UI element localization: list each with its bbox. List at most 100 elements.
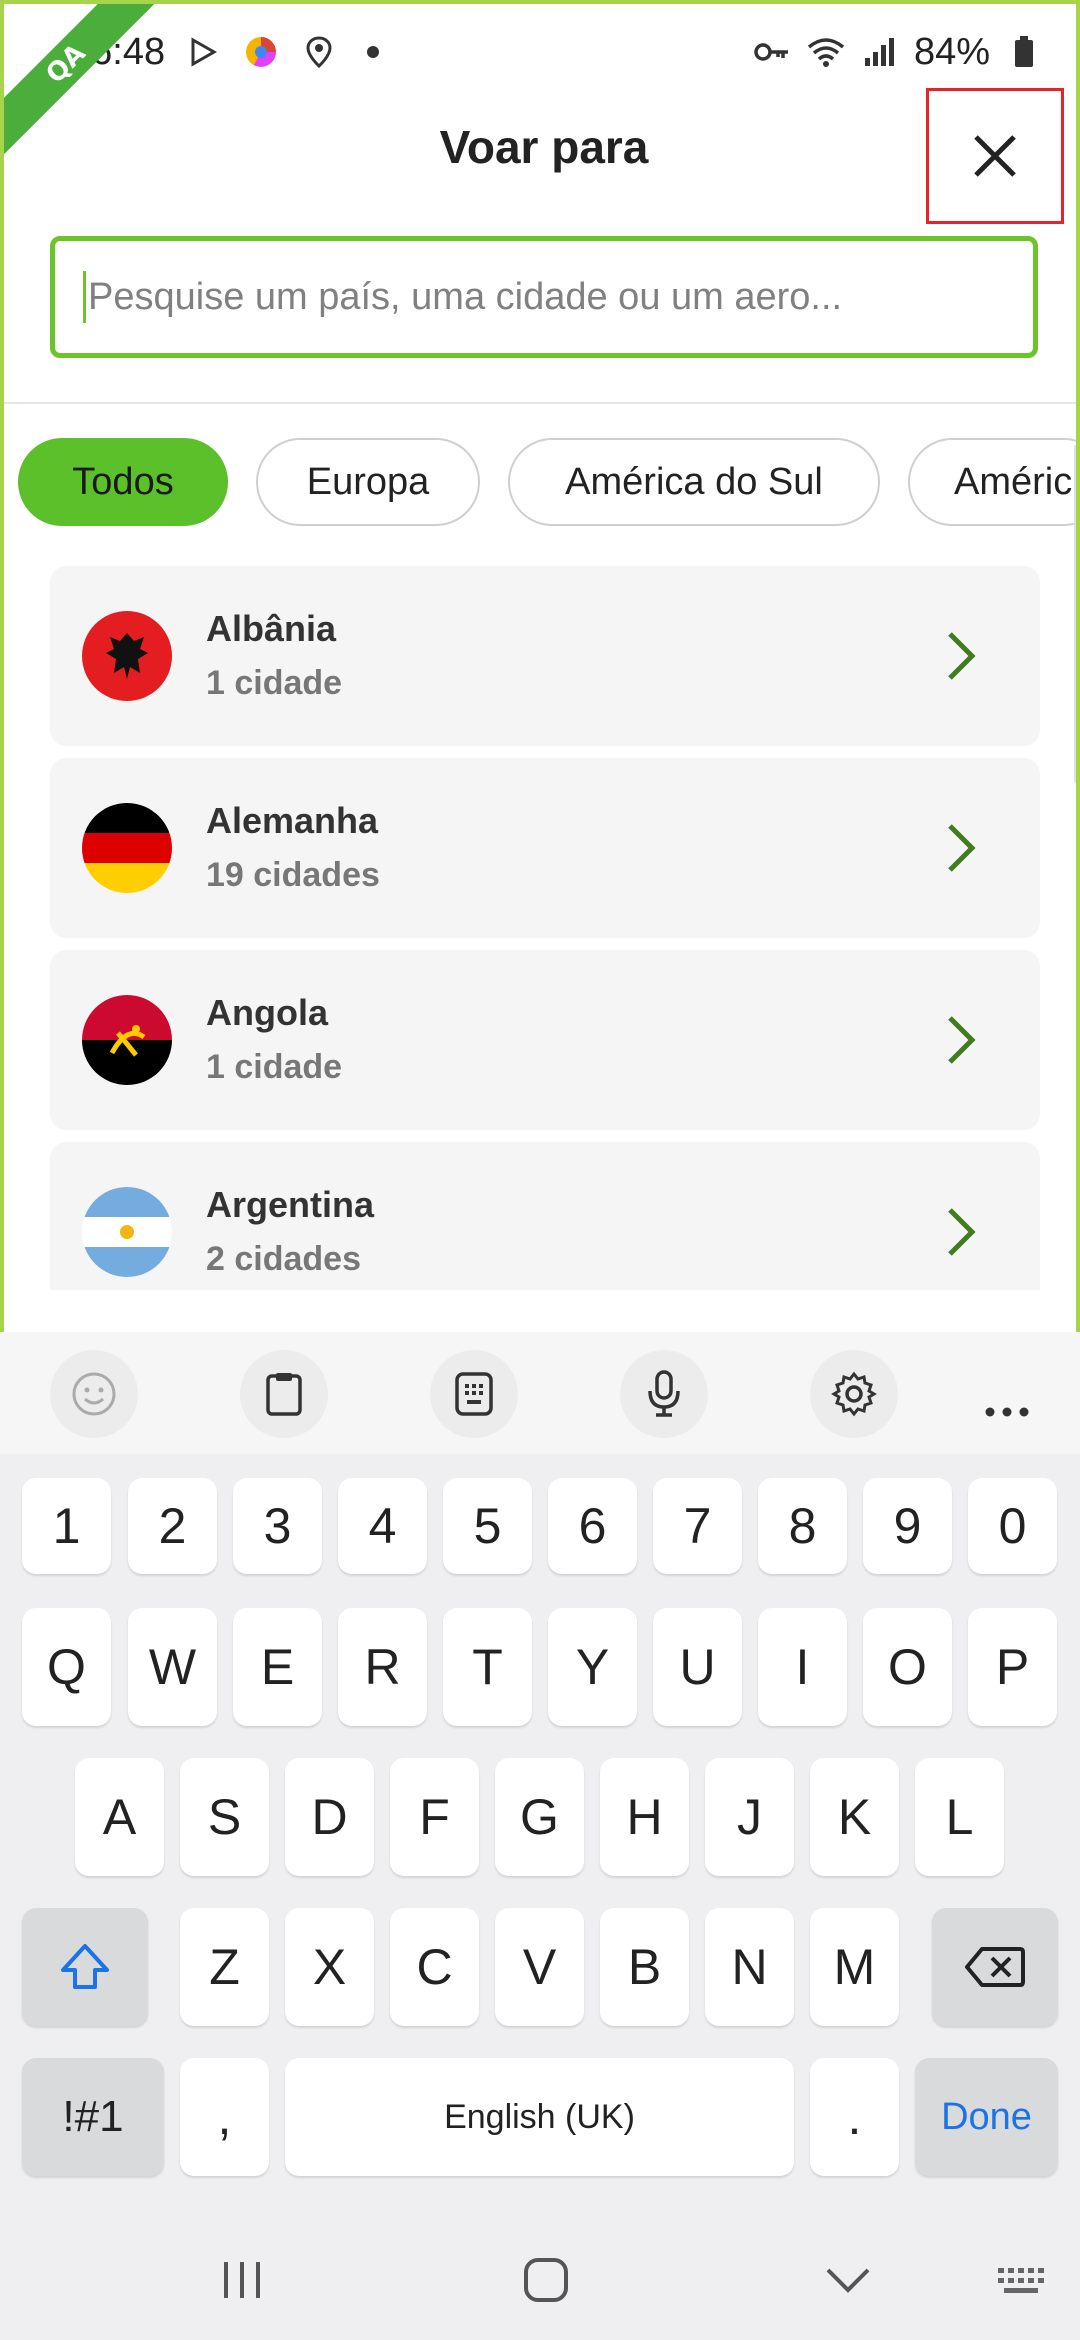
keypad-icon [455,1372,493,1416]
key-5[interactable]: 5 [443,1478,532,1574]
key-a[interactable]: A [75,1758,164,1876]
chevron-right-icon [948,1208,976,1256]
home-icon [524,2258,568,2302]
chip-europa[interactable]: Europa [256,438,480,526]
key-d[interactable]: D [285,1758,374,1876]
divider [4,402,1076,404]
chip-america-partial[interactable]: Améric [908,438,1076,526]
country-row-angola[interactable]: Angola 1 cidade [50,950,1040,1130]
chevron-down-icon [826,2268,870,2293]
key-p[interactable]: P [968,1608,1057,1726]
city-count: 19 cidades [206,856,380,894]
close-button[interactable] [926,88,1064,224]
key-u[interactable]: U [653,1608,742,1726]
text-cursor [83,271,86,323]
country-name: Angola [206,992,328,1033]
key-7[interactable]: 7 [653,1478,742,1574]
key-6[interactable]: 6 [548,1478,637,1574]
chevron-right-icon [948,632,976,680]
settings-icon [831,1371,877,1417]
chevron-right-icon [948,824,976,872]
key-8[interactable]: 8 [758,1478,847,1574]
location-icon [299,32,339,72]
space-key[interactable]: English (UK) [285,2058,794,2176]
key-t[interactable]: T [443,1608,532,1726]
system-nav-bar [0,2220,1080,2340]
battery-icon [1004,32,1044,72]
country-row-albania[interactable]: Albânia 1 cidade [50,566,1040,746]
done-key[interactable]: Done [915,2058,1058,2176]
key-g[interactable]: G [495,1758,584,1876]
clipboard-icon [266,1373,302,1416]
key-h[interactable]: H [600,1758,689,1876]
key-0[interactable]: 0 [968,1478,1057,1574]
city-count: 1 cidade [206,664,343,702]
keyboard-icon [998,2268,1044,2293]
key-v[interactable]: V [495,1908,584,2026]
key-o[interactable]: O [863,1608,952,1726]
city-count: 1 cidade [206,1048,343,1086]
country-name: Argentina [206,1184,375,1225]
key-i[interactable]: I [758,1608,847,1726]
key-l[interactable]: L [915,1758,1004,1876]
albania-flag-icon [82,611,172,701]
microphone-button[interactable] [620,1350,708,1438]
key-2[interactable]: 2 [128,1478,217,1574]
country-name: Albânia [206,608,337,649]
key-q[interactable]: Q [22,1608,111,1726]
chip-todos[interactable]: Todos [18,438,228,526]
clipboard-button[interactable] [240,1350,328,1438]
key-3[interactable]: 3 [233,1478,322,1574]
keypad-button[interactable] [430,1350,518,1438]
signal-icon [860,32,900,72]
keyboard-switch-button[interactable] [992,2250,1052,2310]
backspace-key[interactable] [932,1908,1058,2026]
shift-icon [61,1944,109,1989]
shift-key[interactable] [22,1908,148,2026]
emoji-icon [72,1372,116,1416]
page-title: Voar para [439,121,649,173]
chip-america-do-sul[interactable]: América do Sul [508,438,880,526]
argentina-flag-icon [82,1187,172,1277]
key-r[interactable]: R [338,1608,427,1726]
key-c[interactable]: C [390,1908,479,2026]
key-n[interactable]: N [705,1908,794,2026]
key-w[interactable]: W [128,1608,217,1726]
key-x[interactable]: X [285,1908,374,2026]
key-e[interactable]: E [233,1608,322,1726]
key-s[interactable]: S [180,1758,269,1876]
symbols-key[interactable]: !#1 [22,2058,164,2176]
country-list: Albânia 1 cidade Alemanha 19 cidades Ang… [50,566,1040,1290]
list-scrollbar[interactable] [1074,444,1076,784]
key-k[interactable]: K [810,1758,899,1876]
country-row-argentina[interactable]: Argentina 2 cidades [50,1142,1040,1290]
close-icon [974,135,1016,177]
key-z[interactable]: Z [180,1908,269,2026]
search-input[interactable] [88,275,988,319]
key-9[interactable]: 9 [863,1478,952,1574]
key-1[interactable]: 1 [22,1478,111,1574]
play-store-icon [183,32,223,72]
emoji-button[interactable] [50,1350,138,1438]
home-button[interactable] [516,2250,576,2310]
key-b[interactable]: B [600,1908,689,2026]
key-4[interactable]: 4 [338,1478,427,1574]
period-key[interactable]: . [810,2058,899,2176]
wifi-icon [806,32,846,72]
key-f[interactable]: F [390,1758,479,1876]
settings-button[interactable] [810,1350,898,1438]
notification-dot-icon [367,46,380,58]
recents-button[interactable] [212,2250,272,2310]
key-y[interactable]: Y [548,1608,637,1726]
country-name: Alemanha [206,800,379,841]
germany-flag-icon [82,803,172,893]
more-icon[interactable] [982,1384,1032,1429]
back-button[interactable] [818,2250,878,2310]
country-row-germany[interactable]: Alemanha 19 cidades [50,758,1040,938]
angola-flag-icon [82,995,172,1085]
key-m[interactable]: M [810,1908,899,2026]
status-bar: 16:48 84% [4,4,1076,100]
key-j[interactable]: J [705,1758,794,1876]
comma-key[interactable]: , [180,2058,269,2176]
search-field[interactable] [50,236,1038,358]
